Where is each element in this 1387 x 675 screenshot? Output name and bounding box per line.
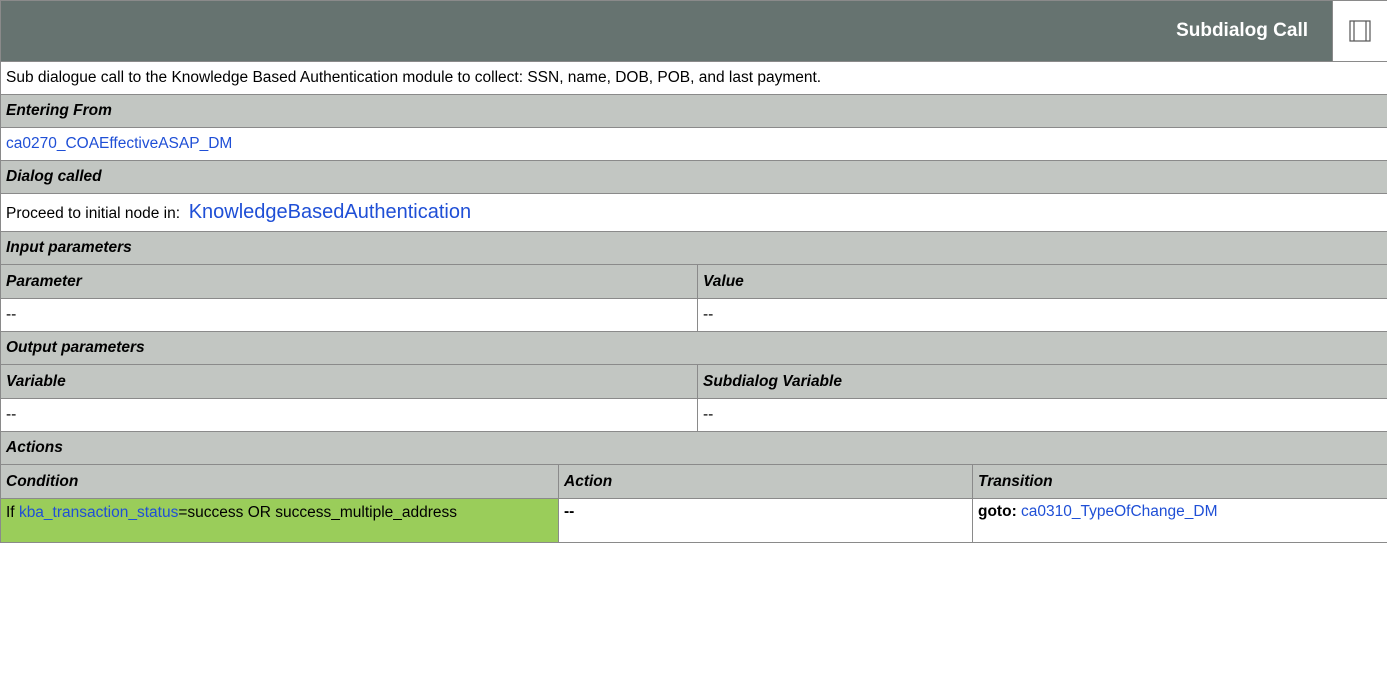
transition-label: goto: <box>978 503 1017 520</box>
action-condition-cell: If kba_transaction_status=success OR suc… <box>0 498 559 543</box>
subdialog-call-panel: Subdialog Call Sub dialogue call to the … <box>0 0 1387 543</box>
output-parameters-heading: Output parameters <box>0 331 1387 365</box>
dialog-called-link[interactable]: KnowledgeBasedAuthentication <box>189 201 471 223</box>
transition-link[interactable]: ca0310_TypeOfChange_DM <box>1021 503 1217 520</box>
output-col-variable: Variable <box>0 364 698 399</box>
actions-col-condition: Condition <box>0 464 559 499</box>
description: Sub dialogue call to the Knowledge Based… <box>0 61 1387 95</box>
entering-from-heading: Entering From <box>0 94 1387 128</box>
action-cell: -- <box>558 498 973 543</box>
entering-from-link[interactable]: ca0270_COAEffectiveASAP_DM <box>6 135 232 152</box>
dialog-called-row: Proceed to initial node in: KnowledgeBas… <box>0 193 1387 232</box>
window-panel-icon[interactable] <box>1332 1 1387 61</box>
panel-header: Subdialog Call <box>0 0 1387 62</box>
output-row-subdialog-variable: -- <box>696 398 1387 432</box>
actions-heading: Actions <box>0 431 1387 465</box>
entering-from-row: ca0270_COAEffectiveASAP_DM <box>0 127 1387 161</box>
condition-suffix: =success OR success_multiple_address <box>178 504 458 521</box>
input-row-value: -- <box>696 298 1387 332</box>
subdialog-table: Subdialog Call Sub dialogue call to the … <box>0 0 1387 543</box>
input-row-parameter: -- <box>0 298 698 332</box>
input-col-value: Value <box>696 264 1387 299</box>
dialog-called-prefix: Proceed to initial node in: <box>6 205 181 222</box>
dialog-called-heading: Dialog called <box>0 160 1387 194</box>
transition-cell: goto: ca0310_TypeOfChange_DM <box>971 498 1387 543</box>
actions-col-action: Action <box>558 464 973 499</box>
input-parameters-heading: Input parameters <box>0 231 1387 265</box>
panel-title: Subdialog Call <box>1176 20 1309 41</box>
condition-variable-link[interactable]: kba_transaction_status <box>19 504 178 521</box>
actions-col-transition: Transition <box>971 464 1387 499</box>
condition-prefix: If <box>6 504 15 521</box>
table-row: If kba_transaction_status=success OR suc… <box>0 498 1387 543</box>
output-row-variable: -- <box>0 398 698 432</box>
input-col-parameter: Parameter <box>0 264 698 299</box>
output-col-subdialog-variable: Subdialog Variable <box>696 364 1387 399</box>
